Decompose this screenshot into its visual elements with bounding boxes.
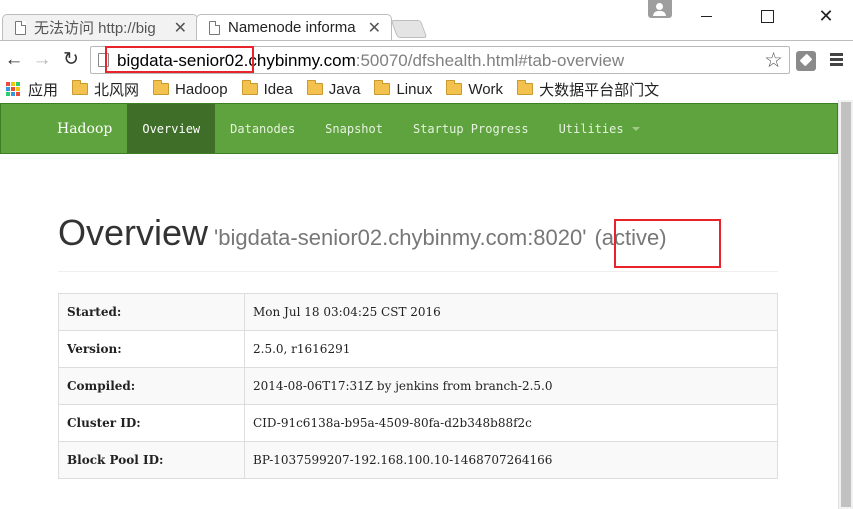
bookmark-folder[interactable]: 北风网 (72, 79, 139, 100)
nav-overview[interactable]: Overview (127, 104, 216, 153)
bookmark-label: Linux (396, 80, 433, 98)
folder-icon (374, 80, 391, 95)
reload-icon[interactable]: ↻ (60, 49, 82, 71)
bookmark-label: Work (468, 80, 504, 98)
table-row: Started: Mon Jul 18 03:04:25 CST 2016 (58, 293, 778, 331)
tab-title: Namenode informa (228, 19, 356, 36)
back-arrow-icon[interactable]: ← (3, 49, 25, 71)
highlight-box-url (105, 46, 254, 73)
overview-title: Overview (58, 212, 209, 253)
new-tab-button[interactable] (390, 20, 428, 38)
window-close-button[interactable]: ✕ (803, 2, 849, 30)
folder-icon (446, 80, 463, 95)
folder-icon (72, 80, 89, 95)
row-label: Started: (58, 293, 245, 331)
folder-icon (517, 80, 534, 95)
extension-icon[interactable] (796, 51, 816, 71)
table-row: Cluster ID: CID-91c6138a-b95a-4509-80fa-d… (58, 404, 778, 442)
row-label: Block Pool ID: (58, 441, 245, 479)
tab-strip: 无法访问 http://big ✕ Namenode informa ✕ ✕ (0, 0, 853, 40)
folder-icon (241, 80, 258, 95)
bookmark-folder[interactable]: Hadoop (153, 80, 228, 98)
bookmark-label: Java (328, 80, 361, 98)
forward-arrow-icon[interactable]: → (31, 49, 53, 71)
bookmark-folder[interactable]: Work (446, 80, 504, 98)
maximize-button[interactable] (744, 2, 790, 30)
menu-icon[interactable] (828, 51, 844, 69)
caret-down-icon (631, 126, 640, 131)
close-icon[interactable]: ✕ (174, 18, 187, 38)
namenode-host: 'bigdata-senior02.chybinmy.com:8020' (214, 225, 587, 250)
brand-link[interactable]: Hadoop (1, 104, 127, 153)
row-label: Cluster ID: (58, 404, 245, 442)
row-value: 2014-08-06T17:31Z by jenkins from branch… (244, 367, 778, 405)
row-value: Mon Jul 18 03:04:25 CST 2016 (244, 293, 778, 331)
bookmark-label: Hadoop (175, 80, 228, 98)
table-row: Compiled: 2014-08-06T17:31Z by jenkins fr… (58, 367, 778, 405)
row-label: Version: (58, 330, 245, 368)
table-row: Block Pool ID: BP-1037599207-192.168.100.… (58, 441, 778, 479)
bookmark-apps[interactable]: 应用 (0, 79, 58, 100)
row-value: BP-1037599207-192.168.100.10-14687072641… (244, 441, 778, 479)
nav-snapshot[interactable]: Snapshot (310, 104, 398, 153)
highlight-box-active (614, 219, 721, 268)
nav-utilities-label: Utilities (558, 121, 624, 136)
bookmark-folder[interactable]: 大数据平台部门文 (517, 79, 659, 100)
bookmark-label: Idea (263, 80, 293, 98)
page-scrollbar[interactable] (838, 100, 853, 509)
bookmark-folder[interactable]: Java (306, 80, 361, 98)
bookmark-folder[interactable]: Linux (374, 80, 433, 98)
nav-startup-progress[interactable]: Startup Progress (398, 104, 544, 153)
close-icon[interactable]: ✕ (368, 18, 381, 38)
row-value: 2.5.0, r1616291 (244, 330, 778, 368)
apps-icon (6, 82, 20, 96)
page-icon (15, 20, 26, 35)
browser-tab-2[interactable]: Namenode informa ✕ (196, 14, 392, 40)
nav-utilities[interactable]: Utilities (544, 104, 655, 153)
url-path: :50070/dfshealth.html#tab-overview (355, 51, 625, 70)
star-icon[interactable]: ☆ (764, 48, 783, 73)
table-row: Version: 2.5.0, r1616291 (58, 330, 778, 368)
nav-datanodes[interactable]: Datanodes (215, 104, 310, 153)
page-icon (209, 20, 220, 35)
bookmark-label: 应用 (28, 81, 59, 99)
row-value: CID-91c6138a-b95a-4509-80fa-d2b348b88f2c (244, 404, 778, 442)
bookmarks-bar: 应用 北风网 Hadoop Idea Java Linux Work 大数据平台… (0, 78, 853, 100)
row-label: Compiled: (58, 367, 245, 405)
bookmark-folder[interactable]: Idea (241, 80, 293, 98)
bookmark-label: 北风网 (94, 81, 140, 99)
folder-icon (153, 80, 170, 95)
folder-icon (306, 80, 323, 95)
overview-table: Started: Mon Jul 18 03:04:25 CST 2016 Ver… (58, 293, 778, 479)
minimize-button[interactable] (684, 2, 730, 30)
tab-title: 无法访问 http://big (34, 20, 156, 37)
browser-tab-1[interactable]: 无法访问 http://big ✕ (2, 14, 198, 40)
hadoop-navbar: Hadoop Overview Datanodes Snapshot Start… (0, 103, 838, 154)
scrollbar-thumb[interactable] (841, 102, 851, 507)
user-icon[interactable] (648, 0, 672, 18)
bookmark-label: 大数据平台部门文 (539, 81, 660, 99)
